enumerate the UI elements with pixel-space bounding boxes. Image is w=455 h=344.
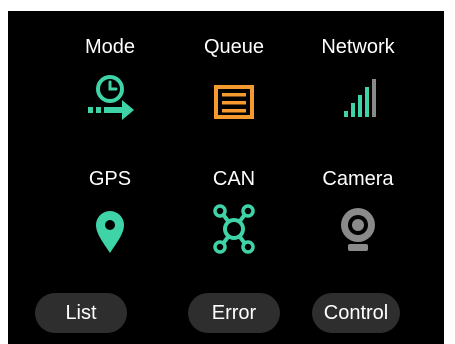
tile-camera[interactable]: Camera <box>298 167 418 277</box>
gps-label: GPS <box>88 168 132 190</box>
tile-queue[interactable]: Queue <box>174 35 294 145</box>
control-button[interactable]: Control <box>312 293 400 333</box>
signal-bars-icon <box>328 71 388 128</box>
tile-can[interactable]: CAN <box>174 167 294 277</box>
network-label: Network <box>321 36 395 58</box>
app-screen: Mode Queue Network GPS CAN Camera List E… <box>8 11 444 344</box>
tile-network[interactable]: Network <box>298 35 418 145</box>
webcam-icon <box>328 203 388 260</box>
can-label: CAN <box>212 168 256 190</box>
tile-gps[interactable]: GPS <box>50 167 170 277</box>
mode-label: Mode <box>84 36 136 58</box>
clock-arrow-icon <box>80 71 140 128</box>
error-button[interactable]: Error <box>188 293 280 333</box>
queue-label: Queue <box>203 36 265 58</box>
list-button[interactable]: List <box>35 293 127 333</box>
network-nodes-icon <box>204 203 264 260</box>
location-pin-icon <box>80 203 140 260</box>
tile-mode[interactable]: Mode <box>50 35 170 145</box>
list-box-icon <box>204 71 264 128</box>
camera-label: Camera <box>322 168 394 190</box>
